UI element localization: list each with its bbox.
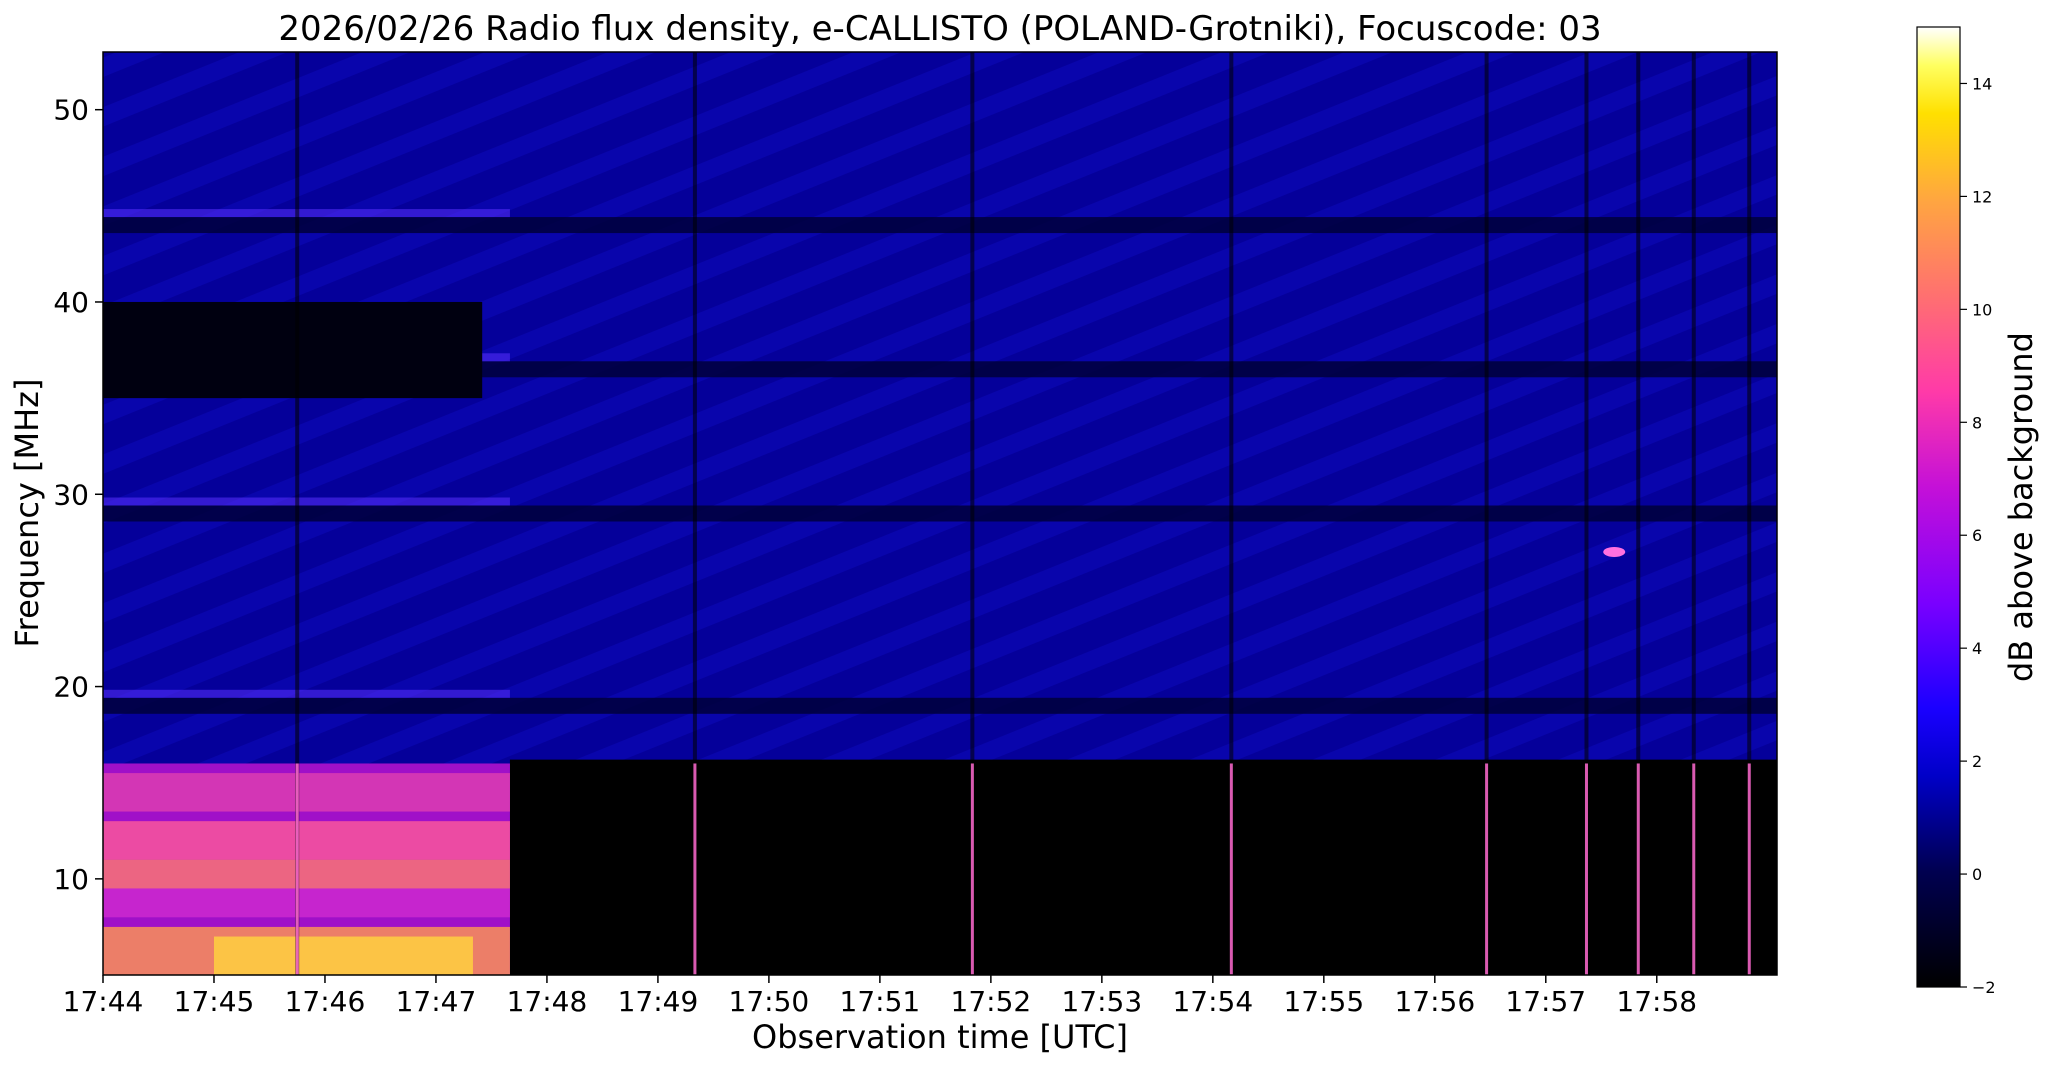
y-axis-label: Frequency [MHz] [8, 379, 46, 648]
x-tick-label: 17:55 [1283, 985, 1364, 1018]
interference-band-edge [103, 209, 510, 218]
strong-emission-hot [213, 936, 473, 975]
spike-bright [1584, 763, 1588, 975]
colorbar-axis: −2 0 2 4 6 8 10 12 14 [1960, 74, 1996, 997]
spike-bright [1485, 763, 1489, 975]
spike-bright [970, 763, 974, 975]
colorbar-tick-label: 6 [1972, 526, 1982, 545]
interference-band [103, 505, 1777, 522]
spike-bright [1636, 763, 1640, 975]
y-axis: 10 20 30 40 50 [53, 94, 103, 896]
spectrogram-area [103, 52, 1777, 975]
strong-emission-band [103, 773, 510, 812]
x-tick-label: 17:47 [396, 985, 477, 1018]
colorbar-tick-label: 8 [1972, 413, 1982, 432]
spike-bright [1229, 763, 1233, 975]
spike-bright [693, 763, 697, 975]
interference-band-edge [103, 689, 510, 698]
y-tick-label: 20 [53, 671, 89, 704]
colorbar-tick-label: −2 [1972, 978, 1996, 997]
strong-emission-band [103, 859, 510, 889]
x-tick-label: 17:48 [507, 985, 588, 1018]
x-tick-label: 17:51 [840, 985, 921, 1018]
x-tick-label: 17:57 [1505, 985, 1586, 1018]
y-tick-label: 40 [53, 286, 89, 319]
colorbar-tick-label: 4 [1972, 639, 1982, 658]
x-tick-label: 17:46 [285, 985, 366, 1018]
chart-title: 2026/02/26 Radio flux density, e-CALLIST… [278, 9, 1601, 49]
x-tick-label: 17:49 [618, 985, 699, 1018]
x-tick-label: 17:56 [1394, 985, 1475, 1018]
x-tick-label: 17:50 [729, 985, 810, 1018]
colorbar-label: dB above background [2002, 332, 2040, 682]
y-tick-label: 30 [53, 478, 89, 511]
x-axis-label: Observation time [UTC] [752, 1018, 1128, 1056]
interference-band-edge [103, 497, 510, 506]
hotspot [1603, 546, 1626, 557]
dark-band-early [103, 301, 483, 399]
colorbar [1917, 27, 1960, 987]
x-tick-label: 17:58 [1616, 985, 1697, 1018]
x-tick-label: 17:53 [1061, 985, 1142, 1018]
interference-band [103, 697, 1777, 714]
spike-bright [1747, 763, 1751, 975]
strong-emission-band [103, 821, 510, 860]
colorbar-tick-label: 12 [1972, 187, 1992, 206]
spike-bright [295, 763, 299, 975]
x-axis: 17:44 17:45 17:46 17:47 17:48 17:49 17:50 17:51… [63, 975, 1697, 1018]
x-tick-label: 17:44 [63, 985, 144, 1018]
x-tick-label: 17:45 [174, 985, 255, 1018]
y-tick-label: 50 [53, 94, 89, 127]
x-tick-label: 17:52 [951, 985, 1032, 1018]
interference-band [103, 217, 1777, 234]
colorbar-tick-label: 10 [1972, 300, 1992, 319]
spike-bright [1692, 763, 1696, 975]
colorbar-tick-label: 14 [1972, 74, 1992, 93]
colorbar-tick-label: 2 [1972, 752, 1982, 771]
figure: 2026/02/26 Radio flux density, e-CALLIST… [8, 9, 2040, 1056]
strong-emission-band [103, 888, 510, 918]
colorbar-tick-label: 0 [1972, 865, 1982, 884]
x-tick-label: 17:54 [1172, 985, 1253, 1018]
y-tick-label: 10 [53, 863, 89, 896]
